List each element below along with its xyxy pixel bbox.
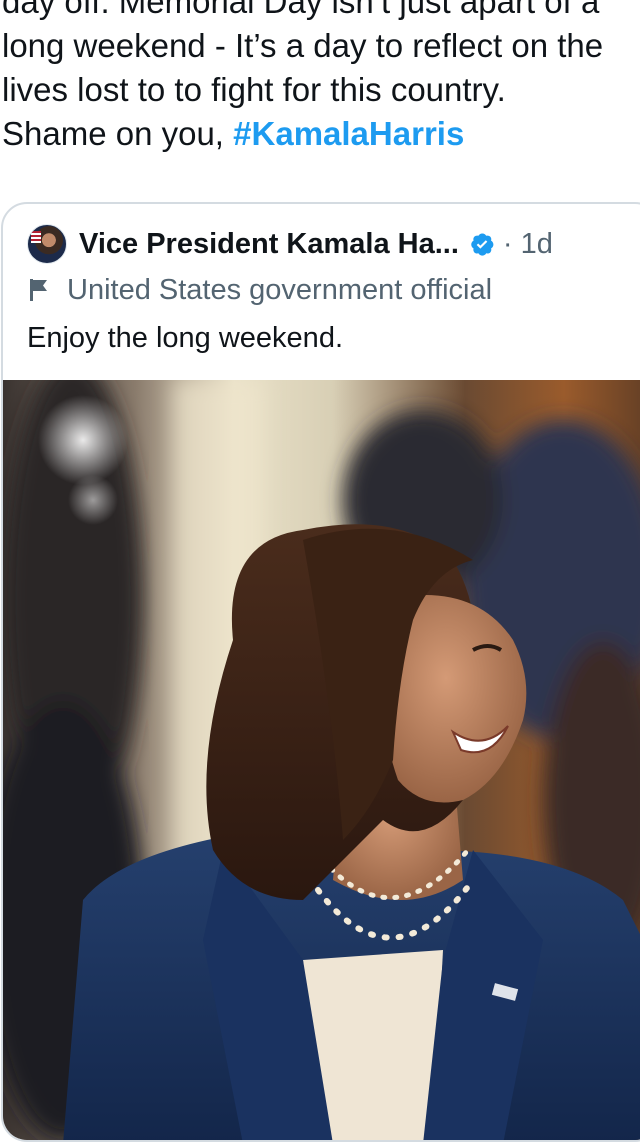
author-name[interactable]: Vice President Kamala Ha... bbox=[79, 228, 459, 261]
government-label[interactable]: United States government official bbox=[27, 268, 492, 312]
tweet-line: lives lost to to fight for this country. bbox=[2, 71, 506, 108]
tweet-time[interactable]: · 1d bbox=[503, 228, 553, 261]
tweet-text: day off. Memorial Day isn’t just apart o… bbox=[2, 0, 638, 156]
verified-badge-icon bbox=[471, 233, 494, 256]
tweet-line: Shame on you, bbox=[2, 115, 234, 152]
quoted-tweet-header: Vice President Kamala Ha... · 1d bbox=[27, 224, 619, 264]
flag-icon bbox=[30, 279, 47, 301]
tweet-line: long weekend - It’s a day to reflect on … bbox=[2, 27, 604, 64]
avatar[interactable] bbox=[27, 224, 67, 264]
photo-illustration bbox=[3, 380, 640, 1140]
tweet-photo[interactable] bbox=[3, 380, 640, 1140]
tweet-line: day off. Memorial Day isn’t just apart o… bbox=[2, 0, 600, 20]
quoted-tweet-body: Enjoy the long weekend. bbox=[27, 322, 343, 354]
quoted-tweet-card[interactable]: Vice President Kamala Ha... · 1d United … bbox=[1, 202, 640, 1142]
hashtag-link[interactable]: #KamalaHarris bbox=[233, 115, 464, 152]
label-text: United States government official bbox=[67, 273, 493, 306]
